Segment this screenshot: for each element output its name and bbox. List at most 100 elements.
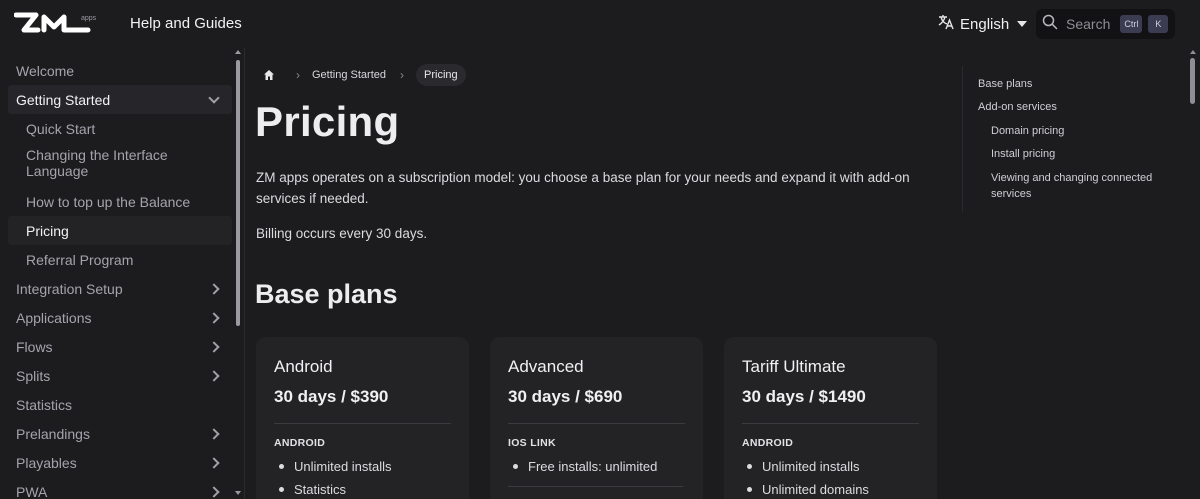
sidebar-item-label: Playables (16, 454, 77, 471)
sidebar-scrollbar-thumb[interactable] (236, 60, 240, 326)
language-label: English (960, 15, 1010, 33)
kbd-k: K (1148, 15, 1169, 33)
sidebar-item-label: How to top up the Balance (26, 193, 191, 210)
search-box[interactable]: Search Ctrl K (1036, 9, 1175, 39)
billing-paragraph: Billing occurs every 30 days. (256, 226, 428, 241)
sidebar-item-label: Welcome (16, 62, 75, 79)
sidebar-item-label: PWA (16, 483, 48, 499)
scroll-down-arrow-icon[interactable] (235, 491, 241, 495)
plan-section-label: ANDROID (274, 437, 326, 449)
translate-icon (938, 14, 954, 34)
chevron-right-icon (208, 456, 220, 469)
sidebar-item-applications[interactable]: Applications (8, 303, 232, 332)
plan-section-label: IOS LINK (508, 437, 556, 449)
feature-list: Unlimited installs Unlimited domains (742, 455, 919, 499)
toc-add-on-services[interactable]: Add-on services (978, 99, 1057, 115)
toc-base-plans[interactable]: Base plans (978, 76, 1032, 92)
sidebar-item-label: Referral Program (26, 251, 134, 268)
sidebar: Welcome Getting Started Quick Start Chan… (0, 48, 244, 499)
base-plans-heading: Base plans (255, 279, 398, 309)
kbd-ctrl: Ctrl (1120, 15, 1143, 33)
sidebar-item-getting-started[interactable]: Getting Started (8, 85, 232, 114)
plan-price: 30 days / $390 (274, 387, 389, 406)
site-title[interactable]: Help and Guides (130, 15, 242, 32)
breadcrumb: › Getting Started › Pricing (256, 62, 466, 88)
plan-name: Tariff Ultimate (742, 357, 846, 376)
plan-price: 30 days / $1490 (742, 387, 866, 406)
page-title: Pricing (255, 98, 400, 145)
zm-apps-logo[interactable]: apps (13, 11, 104, 37)
intro-paragraph: ZM apps operates on a subscription model… (256, 170, 910, 206)
sidebar-item-integration-setup[interactable]: Integration Setup (8, 274, 232, 303)
plan-card-android: Android 30 days / $390 ANDROID Unlimited… (256, 337, 469, 499)
card-divider (508, 423, 685, 424)
breadcrumb-separator-icon: › (400, 68, 404, 82)
sidebar-item-pricing[interactable]: Pricing (8, 216, 232, 245)
sidebar-item-statistics[interactable]: Statistics (8, 390, 232, 419)
caret-down-icon (1017, 21, 1028, 27)
sidebar-item-splits[interactable]: Splits (8, 361, 232, 390)
sidebar-item-label: Splits (16, 367, 51, 384)
sidebar-item-label: Integration Setup (16, 280, 123, 297)
chevron-right-icon (208, 485, 220, 498)
sidebar-item-prelandings[interactable]: Prelandings (8, 419, 232, 448)
scroll-up-arrow-icon[interactable] (235, 50, 241, 54)
sidebar-item-quick-start[interactable]: Quick Start (8, 114, 232, 143)
chevron-right-icon (208, 311, 220, 324)
sidebar-item-playables[interactable]: Playables (8, 448, 232, 477)
toc-connected-services[interactable]: Viewing and changing connected services (991, 170, 1159, 202)
sidebar-item-changing-language[interactable]: Changing the Interface Language (8, 143, 232, 187)
plan-price: 30 days / $690 (508, 387, 623, 406)
page-scrollbar[interactable] (1188, 48, 1198, 499)
toc-install-pricing[interactable]: Install pricing (991, 146, 1055, 162)
scroll-up-arrow-icon[interactable] (1190, 50, 1196, 54)
chevron-right-icon (208, 282, 220, 295)
top-header: apps Help and Guides English Search Ctrl… (0, 0, 1200, 48)
breadcrumb-getting-started[interactable]: Getting Started (312, 69, 386, 81)
sidebar-item-label: Getting Started (16, 91, 111, 108)
feature-item: Free installs: unlimited (508, 455, 685, 478)
chevron-down-icon (208, 91, 220, 104)
plan-name: Android (274, 357, 333, 376)
plan-name: Advanced (508, 357, 584, 376)
sidebar-item-referral-program[interactable]: Referral Program (8, 245, 232, 274)
card-divider (508, 486, 683, 487)
sidebar-item-pwa[interactable]: PWA (8, 477, 232, 499)
sidebar-item-label: Prelandings (16, 425, 90, 442)
chevron-right-icon (208, 340, 220, 353)
breadcrumb-current: Pricing (416, 64, 466, 86)
feature-item: Statistics (274, 478, 451, 499)
toc-domain-pricing[interactable]: Domain pricing (991, 123, 1064, 139)
sidebar-nav: Welcome Getting Started Quick Start Chan… (8, 56, 232, 499)
feature-list: Free installs: unlimited (508, 455, 685, 478)
search-placeholder: Search (1066, 16, 1111, 32)
language-selector[interactable]: English (938, 14, 1028, 34)
plan-section-label: ANDROID (742, 437, 794, 449)
sidebar-item-label: Flows (16, 338, 53, 355)
page-scrollbar-thumb[interactable] (1190, 58, 1195, 104)
sidebar-item-label: Pricing (26, 222, 69, 239)
sidebar-item-label: Statistics (16, 396, 73, 413)
plan-card-advanced: Advanced 30 days / $690 IOS LINK Free in… (490, 337, 703, 499)
card-divider (742, 423, 919, 424)
feature-item: Unlimited installs (742, 455, 919, 478)
card-divider (274, 423, 451, 424)
chevron-right-icon (208, 427, 220, 440)
feature-item: Unlimited domains (742, 478, 919, 499)
home-icon[interactable] (256, 62, 282, 88)
breadcrumb-separator-icon: › (296, 68, 300, 82)
feature-list: Unlimited installs Statistics (274, 455, 451, 499)
sidebar-item-label: Changing the Interface Language (26, 147, 168, 179)
feature-item: Unlimited installs (274, 455, 451, 478)
sidebar-item-welcome[interactable]: Welcome (8, 56, 232, 85)
sidebar-item-top-up-balance[interactable]: How to top up the Balance (8, 187, 232, 216)
plan-card-tariff-ultimate: Tariff Ultimate 30 days / $1490 ANDROID … (724, 337, 937, 499)
svg-text:apps: apps (81, 15, 97, 22)
sidebar-item-flows[interactable]: Flows (8, 332, 232, 361)
chevron-right-icon (208, 369, 220, 382)
sidebar-divider (244, 48, 245, 499)
sidebar-item-label: Applications (16, 309, 92, 326)
table-of-contents: Base plans Add-on services Domain pricin… (962, 66, 1164, 212)
search-icon (1042, 14, 1058, 35)
sidebar-item-label: Quick Start (26, 120, 96, 137)
